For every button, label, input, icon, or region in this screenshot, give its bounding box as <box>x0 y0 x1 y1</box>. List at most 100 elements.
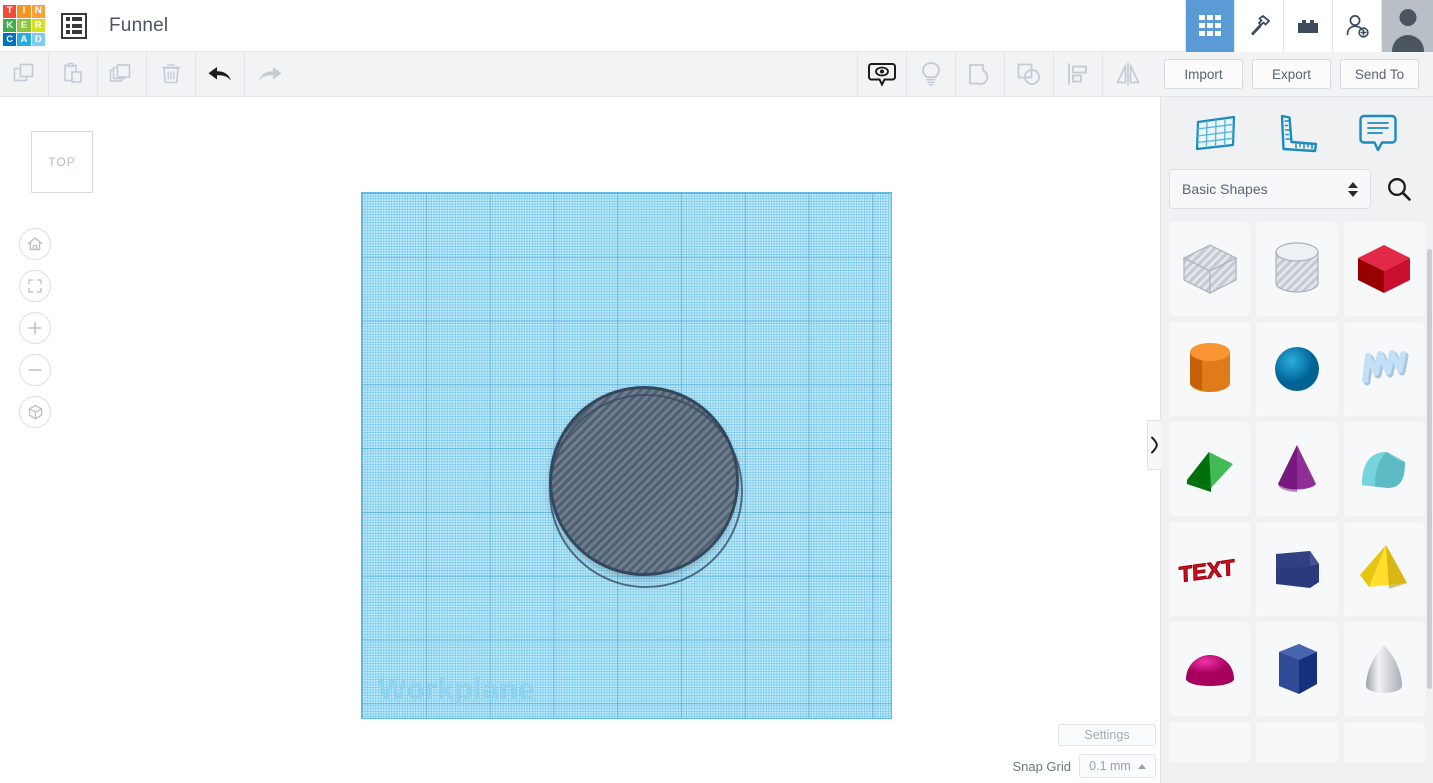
box-icon <box>1358 245 1411 293</box>
shape-category-select[interactable]: Basic Shapes <box>1169 169 1371 209</box>
shape-search-button[interactable] <box>1379 169 1419 209</box>
cone-shape[interactable] <box>1256 422 1338 516</box>
cylinder-icon <box>1189 343 1230 392</box>
undo-button[interactable] <box>196 52 245 96</box>
logo-tile-c: C <box>3 33 17 47</box>
snap-grid-select[interactable]: 0.1 mm <box>1079 754 1156 778</box>
polygon-shape[interactable] <box>1256 622 1338 716</box>
workplane-tool-icon[interactable] <box>1188 112 1244 154</box>
avatar-head <box>1399 8 1416 26</box>
text-icon: TEXT <box>1178 554 1236 588</box>
search-icon <box>1388 178 1411 201</box>
cone-icon <box>1277 445 1316 492</box>
send-to-button[interactable]: Send To <box>1340 59 1419 89</box>
avatar-body <box>1391 34 1424 52</box>
show-hide-button[interactable] <box>858 52 907 96</box>
rock-shape[interactable] <box>1343 722 1425 762</box>
toolbar-spacer <box>294 52 858 96</box>
redo-arrow-icon <box>258 67 281 81</box>
paraboloid-shape[interactable] <box>1343 622 1425 716</box>
redo-button[interactable] <box>245 52 294 96</box>
trash-icon <box>161 64 181 84</box>
mirror-icon <box>1116 62 1139 86</box>
blocks-icon <box>1298 19 1318 33</box>
tinkercad-app: TINKERCAD Funnel Import Export Send To T… <box>0 0 1433 783</box>
collapse-panel-button[interactable] <box>1147 420 1161 470</box>
fit-to-view-button[interactable] <box>19 270 51 302</box>
avatar[interactable] <box>1381 0 1433 52</box>
box-hole-shape[interactable] <box>1169 222 1251 316</box>
shape-library-grid: TEXT <box>1161 222 1433 762</box>
view-cube[interactable]: TOP <box>31 131 93 193</box>
paste-button[interactable] <box>49 52 98 96</box>
mirror-button[interactable] <box>1103 52 1152 96</box>
group-button[interactable] <box>956 52 1005 96</box>
hole-box-icon <box>1182 244 1237 294</box>
blocks-button[interactable] <box>1283 0 1332 52</box>
duplicate-button[interactable] <box>98 52 147 96</box>
paraboloid-icon <box>1366 645 1403 693</box>
perspective-toggle-button[interactable] <box>19 396 51 428</box>
ortho-cube-icon <box>28 404 42 419</box>
logo-tile-i: I <box>17 4 31 18</box>
logo-tile-d: D <box>31 33 45 47</box>
sphere-shape[interactable] <box>1256 322 1338 416</box>
project-menu-button[interactable] <box>57 9 91 43</box>
cylinder-hole-object[interactable] <box>549 386 743 588</box>
text-shape[interactable]: TEXT <box>1169 522 1251 616</box>
hint-button[interactable] <box>907 52 956 96</box>
torus-shape[interactable] <box>1256 722 1338 762</box>
import-button[interactable]: Import <box>1164 59 1243 89</box>
zoom-in-button[interactable] <box>19 312 51 344</box>
pyramid-shape[interactable] <box>1343 522 1425 616</box>
list-menu-icon <box>61 12 87 39</box>
top-bar-right <box>1185 0 1433 52</box>
box-shape[interactable] <box>1343 222 1425 316</box>
user-add-icon <box>1346 14 1369 38</box>
logo-tile-r: R <box>31 18 45 33</box>
logo-tile-a: A <box>17 33 31 47</box>
snap-grid-control: Snap Grid 0.1 mm <box>1012 754 1156 778</box>
invite-user-button[interactable] <box>1332 0 1381 52</box>
zoom-out-button[interactable] <box>19 354 51 386</box>
paste-icon <box>64 62 82 83</box>
delete-button[interactable] <box>147 52 196 96</box>
chevron-updown-icon <box>1348 181 1358 197</box>
wedge-shape[interactable] <box>1256 522 1338 616</box>
note-bubble-icon <box>1359 114 1398 152</box>
half-sphere-shape[interactable] <box>1169 622 1251 716</box>
notes-tool-icon[interactable] <box>1350 112 1406 154</box>
minus-icon <box>28 369 42 371</box>
hammer-icon <box>1251 14 1270 35</box>
snap-grid-value: 0.1 mm <box>1089 759 1131 773</box>
workplane[interactable]: Workplane <box>361 192 892 719</box>
cylinder-shape[interactable] <box>1169 322 1251 416</box>
file-action-buttons: Import Export Send To <box>1152 52 1433 96</box>
group-shape-icon <box>969 64 989 85</box>
scribble-shape[interactable] <box>1343 322 1425 416</box>
3d-viewport[interactable]: TOP Workplane Settings Snap Grid 0.1 mm <box>0 97 1160 783</box>
ruler-tool-icon[interactable] <box>1269 112 1325 154</box>
export-button[interactable]: Export <box>1252 59 1331 89</box>
learn-hammer-button[interactable] <box>1234 0 1283 52</box>
logo-tile-k: K <box>3 18 17 33</box>
settings-button[interactable]: Settings <box>1058 724 1156 746</box>
cylinder-hole-shape[interactable] <box>1256 222 1338 316</box>
round-roof-shape[interactable] <box>1343 422 1425 516</box>
align-button[interactable] <box>1054 52 1103 96</box>
tube-shape[interactable] <box>1169 722 1251 762</box>
shape-panel-scrollbar[interactable] <box>1427 249 1432 689</box>
view-cube-face-label: TOP <box>48 155 76 169</box>
workplane-label: Workplane <box>378 673 536 706</box>
undo-arrow-icon <box>208 67 231 81</box>
roof-icon <box>1186 452 1233 492</box>
scribble-icon <box>1362 350 1409 386</box>
tinkercad-logo[interactable]: TINKERCAD <box>1 3 47 49</box>
ungroup-button[interactable] <box>1005 52 1054 96</box>
copy-icon <box>13 63 34 82</box>
copy-button[interactable] <box>0 52 49 96</box>
lightbulb-icon <box>922 62 940 86</box>
home-view-button[interactable] <box>19 228 51 260</box>
roof-shape[interactable] <box>1169 422 1251 516</box>
gallery-grid-button[interactable] <box>1185 0 1234 52</box>
